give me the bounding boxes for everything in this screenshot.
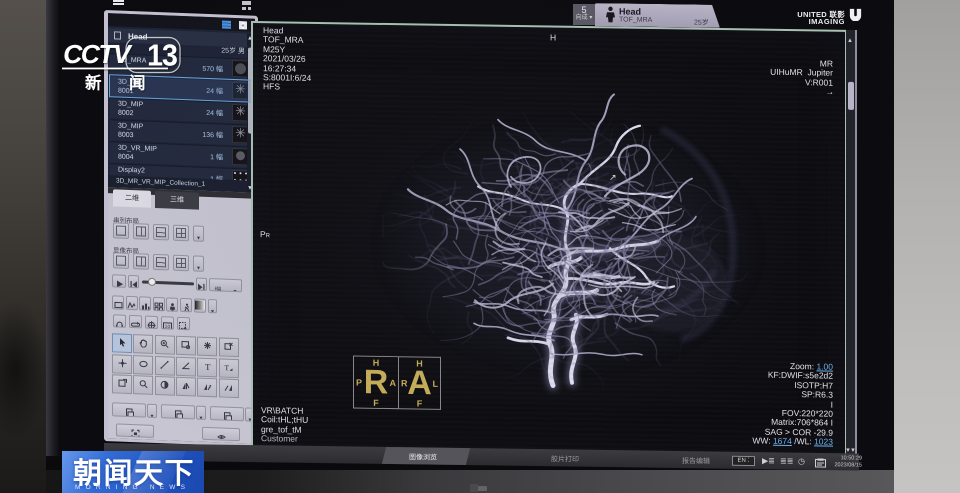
svg-text:T: T <box>205 361 211 370</box>
svg-text:闻: 闻 <box>129 73 146 93</box>
svg-text:10: 10 <box>165 324 171 330</box>
svg-text:2: 2 <box>208 384 211 389</box>
svg-text:CCTV: CCTV <box>63 39 133 69</box>
svg-text:新: 新 <box>85 73 102 93</box>
svg-text:T: T <box>225 363 230 372</box>
